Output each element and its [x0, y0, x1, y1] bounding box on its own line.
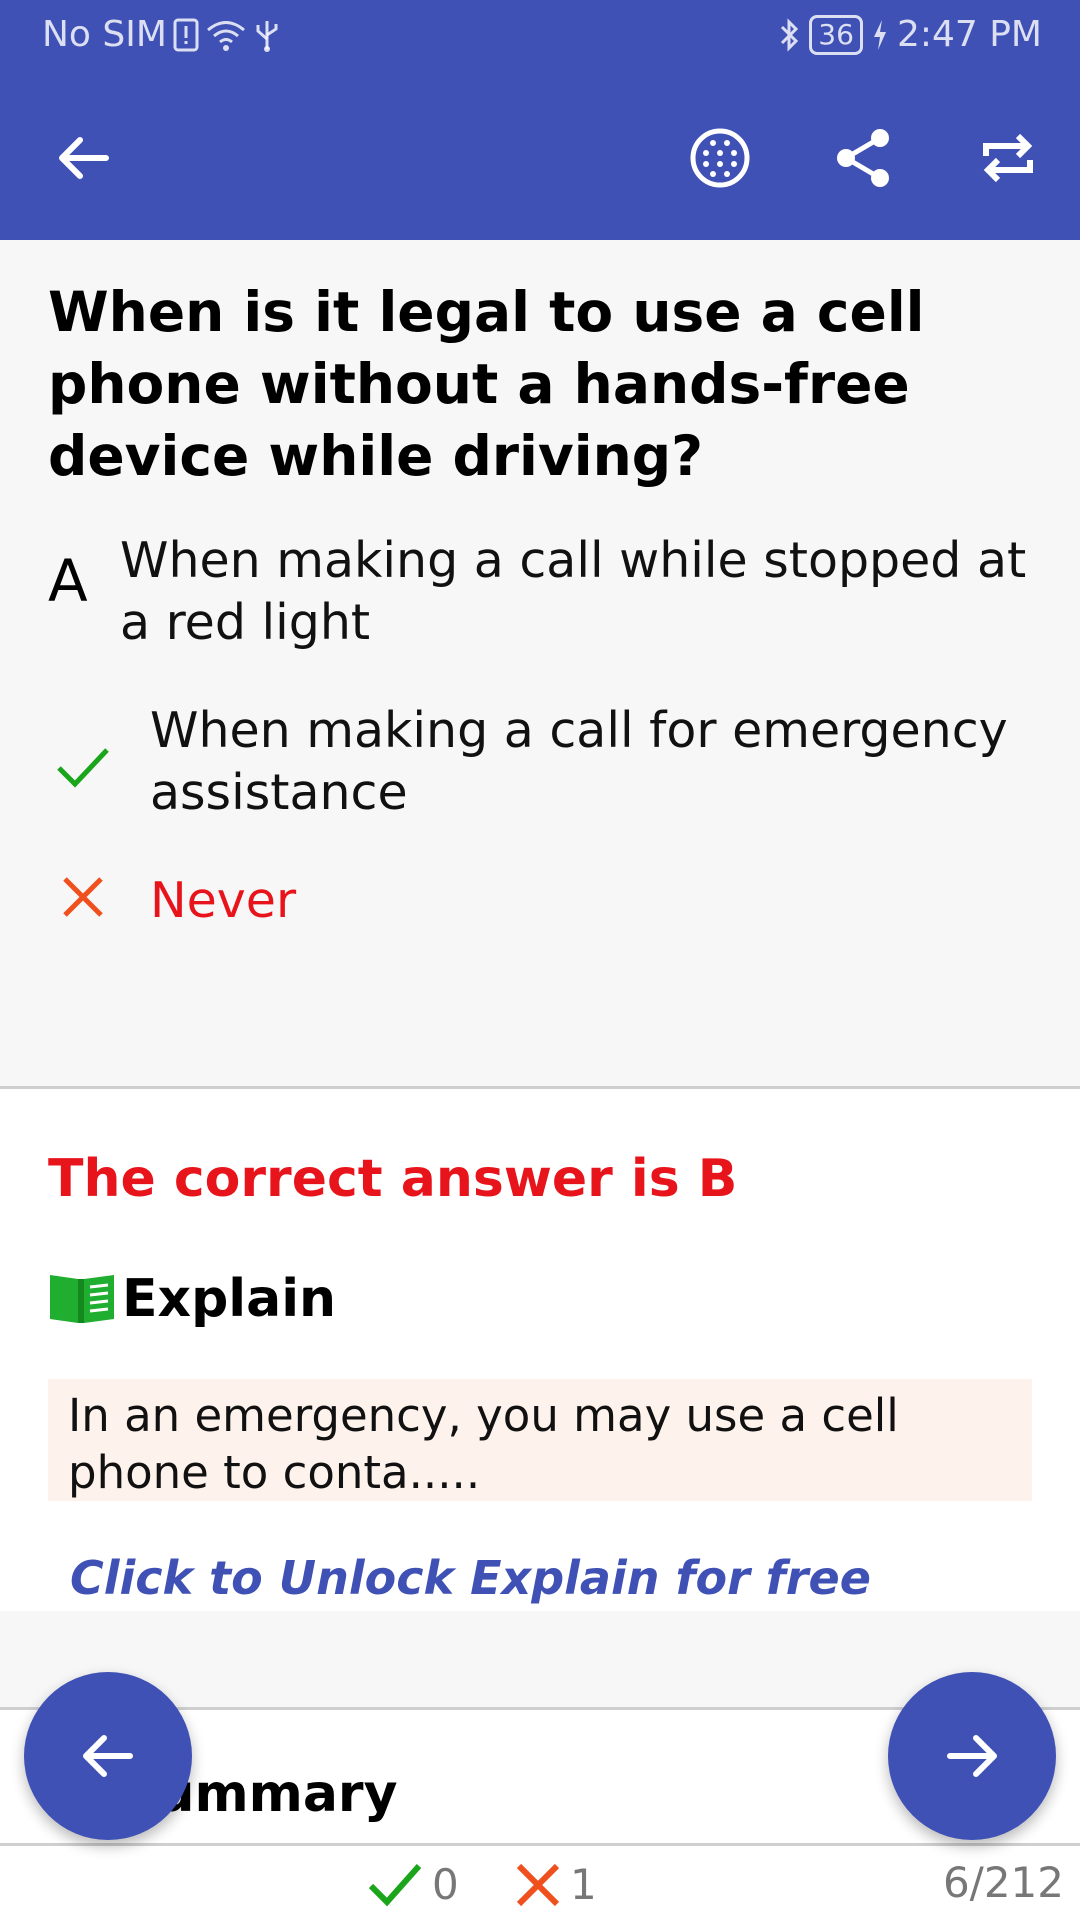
wrong-count-value: 1 [570, 1860, 597, 1909]
option-text: Never [150, 872, 297, 929]
correct-count-value: 0 [432, 1860, 459, 1909]
status-bar: No SIM 36 2:47 PM [0, 0, 1080, 76]
clock: 2:47 PM [896, 14, 1042, 55]
correct-answer-text: The correct answer is B [48, 1149, 738, 1209]
option-text: When making a call while stopped at a re… [120, 532, 1027, 651]
app-bar [0, 76, 1080, 240]
question-area: When is it legal to use a cell phone wit… [0, 240, 1080, 1086]
bluetooth-icon [777, 17, 801, 53]
arrow-left-icon [83, 1735, 133, 1777]
option-a[interactable]: A When making a call while stopped at a … [48, 530, 1038, 660]
bottom-stats-bar: 0 1 6/212 [0, 1846, 1080, 1920]
explain-text: In an emergency, you may use a cell phon… [48, 1379, 1032, 1501]
option-c[interactable]: Never [48, 870, 1038, 950]
back-arrow-icon [59, 137, 109, 179]
back-button[interactable] [40, 114, 128, 202]
carrier-label: No SIM [42, 14, 167, 55]
usb-icon [253, 17, 281, 53]
cross-icon [62, 876, 104, 922]
share-button[interactable] [820, 114, 908, 202]
option-letter: A [48, 547, 88, 615]
question-text: When is it legal to use a cell phone wit… [48, 280, 925, 488]
status-bar-right: 36 2:47 PM [777, 14, 1042, 55]
explain-title: Explain [122, 1269, 337, 1329]
share-icon [837, 129, 889, 187]
option-text: When making a call for emergency assista… [150, 702, 1008, 821]
check-icon [56, 746, 110, 794]
cross-icon [516, 1863, 560, 1906]
wifi-icon [205, 18, 247, 52]
sim-alert-icon [173, 18, 199, 52]
question-progress: 6/212 [942, 1858, 1064, 1907]
repeat-icon [983, 133, 1033, 183]
answer-area: The correct answer is B Explain In an em… [0, 1089, 1080, 1611]
previous-question-button[interactable] [24, 1672, 192, 1840]
battery-level: 36 [809, 14, 863, 55]
next-question-button[interactable] [888, 1672, 1056, 1840]
translate-icon [690, 128, 750, 188]
arrow-right-icon [947, 1735, 997, 1777]
explain-heading: Explain [48, 1269, 336, 1329]
wrong-count: 1 [516, 1860, 597, 1909]
charging-icon [871, 18, 889, 52]
check-icon [368, 1863, 422, 1906]
unlock-explain-link[interactable]: Click to Unlock Explain for free [70, 1551, 871, 1605]
option-b[interactable]: When making a call for emergency assista… [48, 700, 1038, 830]
translate-button[interactable] [676, 114, 764, 202]
status-bar-left: No SIM [42, 14, 281, 55]
repeat-button[interactable] [964, 114, 1052, 202]
correct-count: 0 [368, 1860, 459, 1909]
book-icon [48, 1269, 118, 1329]
